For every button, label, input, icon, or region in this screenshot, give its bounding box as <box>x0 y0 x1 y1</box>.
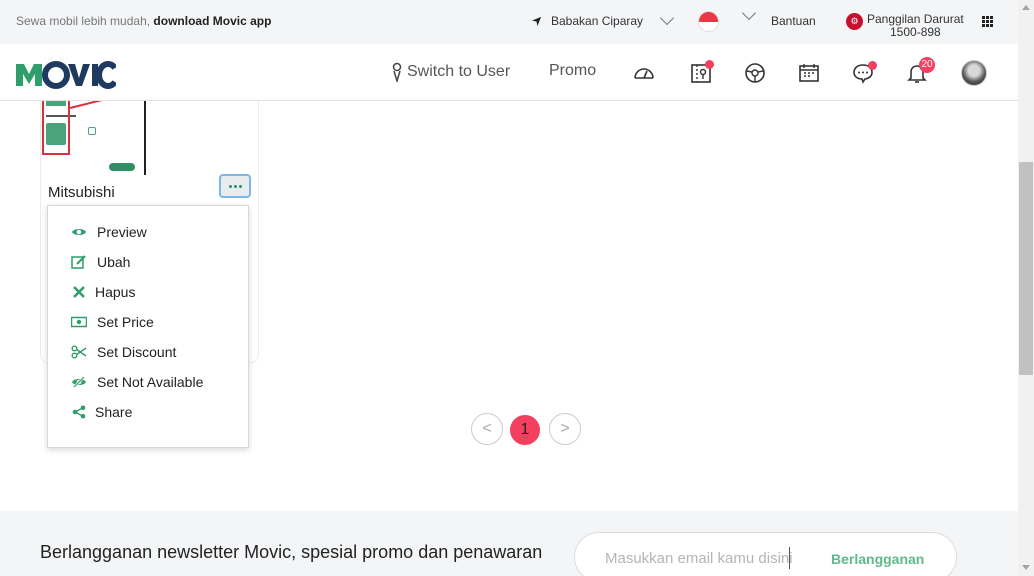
pagination-next-button[interactable]: > <box>549 413 581 445</box>
pagination-prev-button[interactable]: < <box>471 413 503 445</box>
help-link[interactable]: Bantuan <box>771 14 816 28</box>
menu-item-hapus[interactable]: Hapus <box>70 282 135 302</box>
menu-item-preview[interactable]: Preview <box>70 222 147 242</box>
steering-wheel-icon[interactable] <box>743 61 767 85</box>
navigation-arrow-icon <box>531 16 542 26</box>
menu-item-set-discount[interactable]: Set Discount <box>70 342 176 362</box>
menu-item-label: Share <box>95 404 133 420</box>
calendar-icon[interactable] <box>797 61 821 85</box>
chat-notification-dot <box>868 61 877 70</box>
eye-slash-icon <box>70 375 87 389</box>
promo-link[interactable]: Promo <box>549 62 596 80</box>
location-label: Babakan Ciparay <box>551 14 644 28</box>
edit-icon <box>70 255 87 269</box>
language-chevron-down-icon[interactable] <box>741 5 757 21</box>
menu-item-set-price[interactable]: Set Price <box>70 312 154 332</box>
language-flag-icon[interactable] <box>698 11 719 32</box>
promo-text: Sewa mobil lebih mudah, download Movic a… <box>16 14 271 28</box>
menu-item-ubah[interactable]: Ubah <box>70 252 130 272</box>
apps-grid-icon[interactable] <box>982 16 993 27</box>
top-info-bar: Sewa mobil lebih mudah, download Movic a… <box>0 0 1018 44</box>
more-dot <box>233 184 237 188</box>
more-dot <box>238 184 242 188</box>
emergency-logo-icon: ⚙ <box>846 13 863 30</box>
text-cursor <box>789 547 790 569</box>
menu-item-set-not-available[interactable]: Set Not Available <box>70 372 203 392</box>
menu-item-label: Set Discount <box>97 344 177 360</box>
scroll-down-arrow-icon[interactable] <box>1022 565 1030 570</box>
scroll-up-arrow-icon[interactable] <box>1022 5 1030 10</box>
emergency-number: 1500-898 <box>890 25 941 39</box>
chevron-down-icon <box>659 10 675 26</box>
movic-logo[interactable] <box>14 58 116 90</box>
menu-item-label: Preview <box>97 224 147 240</box>
avatar[interactable] <box>961 60 987 86</box>
menu-item-label: Set Not Available <box>97 374 204 390</box>
main-navbar: Switch to User Promo 20 <box>0 44 1018 101</box>
more-options-button[interactable] <box>219 174 251 198</box>
pagination-page-1[interactable]: 1 <box>510 415 540 445</box>
card-title: Mitsubishi <box>48 184 115 201</box>
car-thumbnail[interactable] <box>42 101 146 175</box>
money-icon <box>70 315 87 329</box>
menu-item-label: Ubah <box>97 254 131 270</box>
bell-icon[interactable]: 20 <box>905 57 935 85</box>
more-dot <box>228 184 232 188</box>
menu-item-label: Set Price <box>97 314 154 330</box>
card-options-menu: Preview Ubah Hapus Set Price Set Discoun… <box>47 205 249 448</box>
share-icon <box>70 405 87 419</box>
menu-item-share[interactable]: Share <box>70 402 132 422</box>
promo-prefix: Sewa mobil lebih mudah, <box>16 14 151 28</box>
user-pin-icon <box>392 62 402 82</box>
newsletter-text: Berlangganan newsletter Movic, spesial p… <box>40 542 543 562</box>
menu-item-label: Hapus <box>95 284 136 300</box>
map-notification-dot <box>705 60 714 69</box>
newsletter-form: Berlangganan <box>574 532 957 576</box>
map-icon[interactable] <box>689 60 714 85</box>
newsletter-section: Berlangganan newsletter Movic, spesial p… <box>0 511 1018 576</box>
subscribe-button[interactable]: Berlangganan <box>831 551 924 567</box>
switch-to-user-label: Switch to User <box>407 63 511 80</box>
chat-icon[interactable] <box>851 61 877 85</box>
close-icon <box>70 285 87 299</box>
emergency-call[interactable]: ⚙ Panggilan Darurat 1500-898 <box>846 13 964 39</box>
eye-icon <box>70 225 87 239</box>
scroll-thumb[interactable] <box>1019 162 1033 375</box>
download-app-link[interactable]: download Movic app <box>153 14 271 28</box>
location-selector[interactable]: Babakan Ciparay <box>531 10 675 28</box>
notification-badge: 20 <box>919 57 935 73</box>
newsletter-email-input[interactable] <box>605 550 810 567</box>
page-scrollbar[interactable] <box>1018 0 1034 576</box>
scissors-icon <box>70 345 87 359</box>
switch-to-user-button[interactable]: Switch to User <box>391 62 510 82</box>
dashboard-icon[interactable] <box>632 61 656 85</box>
